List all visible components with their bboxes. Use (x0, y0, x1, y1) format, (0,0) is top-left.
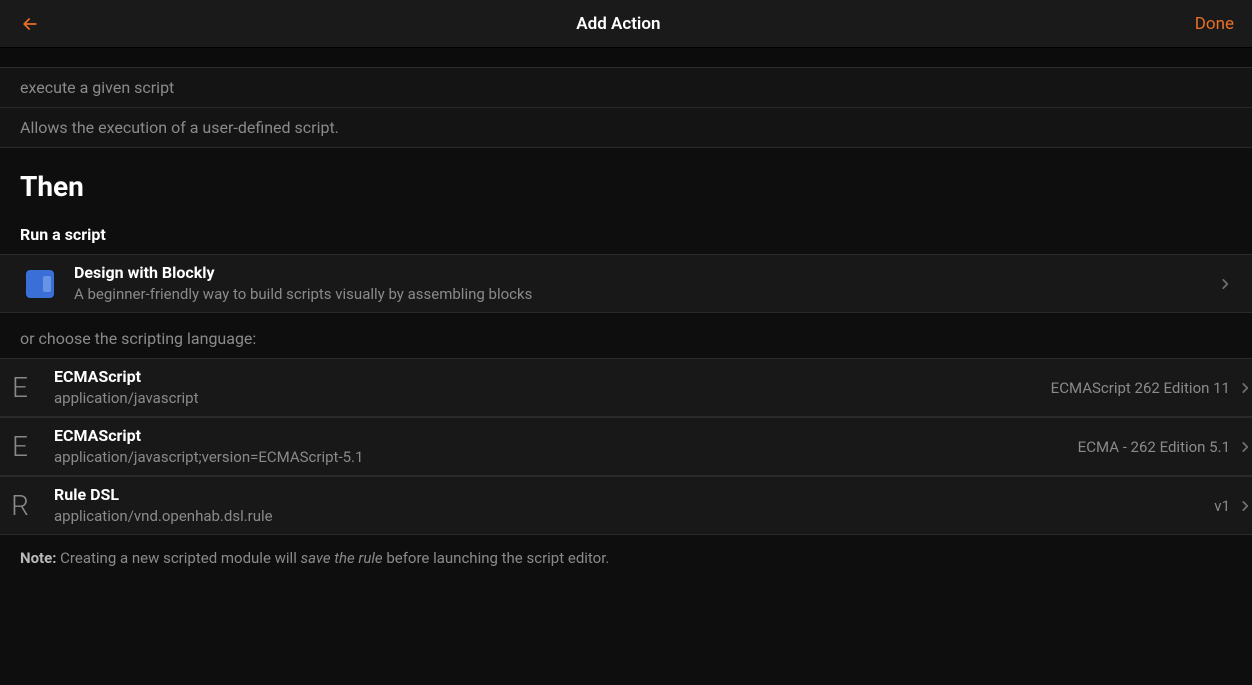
language-title: ECMAScript (54, 426, 1078, 447)
language-version: ECMAScript 262 Edition 11 (1051, 379, 1230, 397)
language-letter-icon: R (0, 489, 40, 522)
language-mime: application/javascript (54, 388, 1051, 408)
chevron-right-icon (1218, 277, 1232, 291)
language-list: E ECMAScript application/javascript ECMA… (0, 358, 1252, 535)
language-option-ecmascript-11[interactable]: E ECMAScript application/javascript ECMA… (0, 358, 1252, 417)
language-option-ecmascript-51[interactable]: E ECMAScript application/javascript;vers… (0, 417, 1252, 476)
choose-language-label: or choose the scripting language: (0, 313, 1252, 358)
action-description-row: Allows the execution of a user-defined s… (0, 108, 1252, 148)
then-section: Then Run a script Design with Blockly A … (0, 148, 1252, 313)
chevron-right-icon (1238, 440, 1252, 454)
back-button[interactable] (18, 12, 42, 36)
topbar: Add Action Done (0, 0, 1252, 48)
blockly-list: Design with Blockly A beginner-friendly … (0, 254, 1252, 313)
language-mime: application/javascript;version=ECMAScrip… (54, 447, 1078, 467)
language-letter-icon: E (0, 371, 40, 404)
blockly-subtitle: A beginner-friendly way to build scripts… (74, 284, 1218, 304)
note-before: Creating a new scripted module will (56, 549, 300, 567)
then-heading: Then (20, 170, 1232, 203)
page-title: Add Action (42, 14, 1195, 34)
done-button[interactable]: Done (1195, 14, 1234, 34)
blockly-icon (26, 270, 54, 298)
language-title: Rule DSL (54, 485, 1214, 506)
blockly-text: Design with Blockly A beginner-friendly … (74, 263, 1218, 304)
language-version: v1 (1214, 497, 1230, 515)
chevron-right-icon (1238, 381, 1252, 395)
note-text: Note: Creating a new scripted module wil… (0, 535, 1252, 581)
blockly-title: Design with Blockly (74, 263, 1218, 284)
spacer-strip (0, 48, 1252, 68)
blockly-option[interactable]: Design with Blockly A beginner-friendly … (0, 254, 1252, 313)
arrow-left-icon (20, 14, 40, 34)
action-name-row: execute a given script (0, 68, 1252, 108)
language-version: ECMA - 262 Edition 5.1 (1078, 438, 1230, 456)
language-option-rule-dsl[interactable]: R Rule DSL application/vnd.openhab.dsl.r… (0, 476, 1252, 535)
blockly-icon-wrap (20, 270, 60, 298)
language-mime: application/vnd.openhab.dsl.rule (54, 506, 1214, 526)
note-italic: save the rule (301, 549, 383, 567)
chevron-right-icon (1238, 499, 1252, 513)
note-after: before launching the script editor. (383, 549, 610, 567)
language-title: ECMAScript (54, 367, 1051, 388)
note-prefix: Note: (20, 549, 56, 567)
run-script-subheading: Run a script (20, 225, 1232, 244)
language-letter-icon: E (0, 430, 40, 463)
